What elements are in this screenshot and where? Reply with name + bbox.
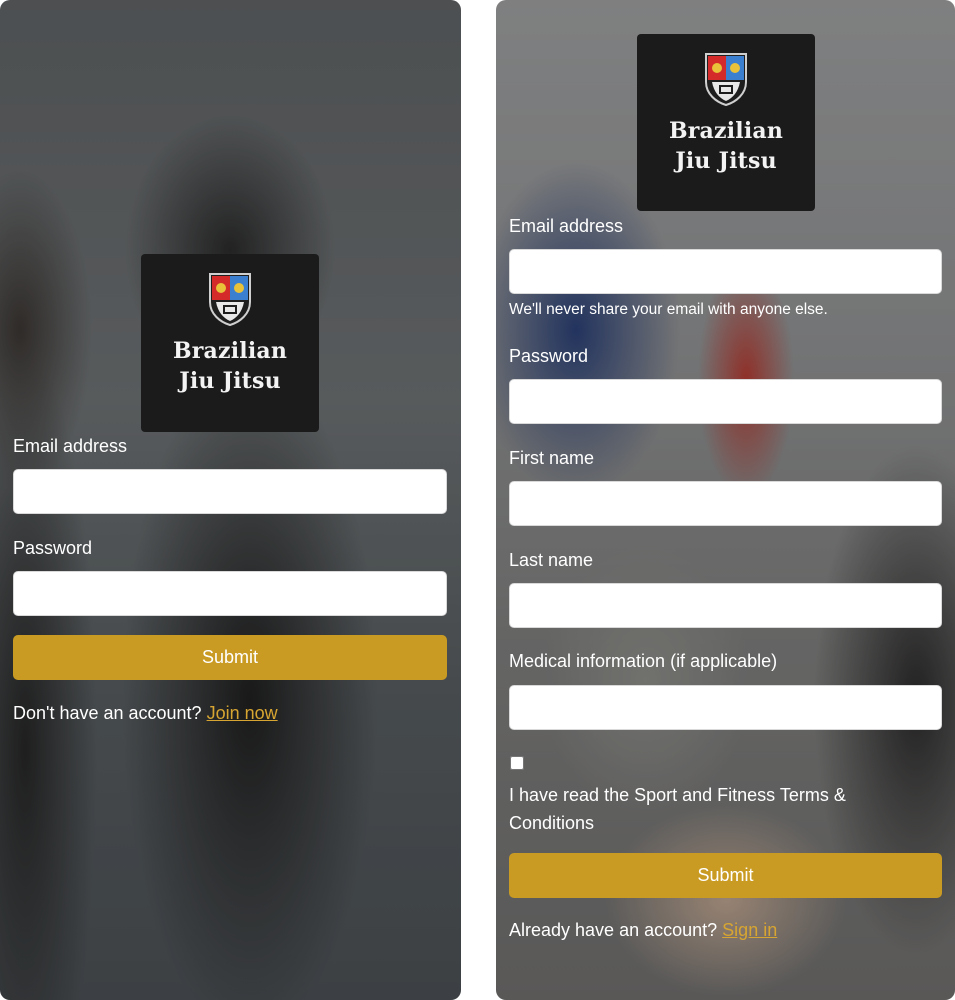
- email-label: Email address: [13, 436, 128, 456]
- email-label: Email address: [509, 216, 624, 236]
- email-input[interactable]: [13, 469, 447, 514]
- password-label: Password: [509, 346, 589, 366]
- last-name-label: Last name: [509, 550, 594, 570]
- password-input[interactable]: [13, 571, 447, 616]
- join-now-link[interactable]: Join now: [207, 703, 278, 723]
- sign-in-link[interactable]: Sign in: [722, 920, 777, 940]
- signup-prompt-text: Don't have an account?: [13, 703, 202, 723]
- password-input[interactable]: [509, 379, 942, 424]
- logo-title-line1: Brazilian: [668, 118, 784, 144]
- signup-panel: Brazilian Jiu Jitsu Email address We'll …: [496, 0, 955, 1000]
- signin-prompt: Already have an account? Sign in: [509, 920, 777, 941]
- first-name-input[interactable]: [509, 481, 942, 526]
- terms-label-line2: Conditions: [509, 813, 595, 833]
- login-panel: Brazilian Jiu Jitsu Email address Passwo…: [0, 0, 461, 1000]
- terms-label: I have read the Sport and Fitness Terms …: [509, 781, 846, 837]
- logo-title-line1: Brazilian: [172, 338, 288, 364]
- university-crest-icon: [705, 53, 747, 106]
- email-input[interactable]: [509, 249, 942, 294]
- terms-label-line1: I have read the Sport and Fitness Terms …: [509, 785, 846, 805]
- logo-title-line2: Jiu Jitsu: [675, 148, 777, 174]
- signup-prompt: Don't have an account? Join now: [13, 703, 278, 724]
- submit-button[interactable]: Submit: [509, 853, 942, 898]
- logo-title-line2: Jiu Jitsu: [179, 368, 281, 394]
- medical-info-label: Medical information (if applicable): [509, 651, 778, 671]
- submit-button[interactable]: Submit: [13, 635, 447, 680]
- medical-info-input[interactable]: [509, 685, 942, 730]
- last-name-input[interactable]: [509, 583, 942, 628]
- first-name-label: First name: [509, 448, 595, 468]
- terms-checkbox[interactable]: [510, 756, 524, 770]
- university-crest-icon: [209, 273, 251, 326]
- club-logo: Brazilian Jiu Jitsu: [141, 254, 319, 432]
- password-label: Password: [13, 538, 93, 558]
- signin-prompt-text: Already have an account?: [509, 920, 718, 940]
- email-help-text: We'll never share your email with anyone…: [509, 301, 828, 318]
- club-logo: Brazilian Jiu Jitsu: [637, 34, 815, 211]
